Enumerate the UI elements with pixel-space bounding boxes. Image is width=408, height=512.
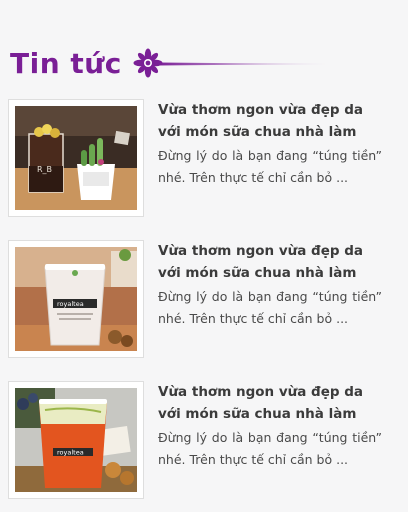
news-image: royaltea [15,247,137,351]
news-thumbnail[interactable]: royaltea [8,381,144,499]
section-title: Tin tức [10,47,122,80]
header-divider-line [158,62,328,66]
news-excerpt: Đừng lý do là bạn đang “túng tiền” nhé. … [158,148,382,185]
news-title[interactable]: Vừa thơm ngon vừa đẹp da với món sữa chu… [158,99,382,143]
news-image: royaltea [15,388,137,492]
svg-text:R_B: R_B [37,165,52,174]
news-thumbnail[interactable]: royaltea [8,240,144,358]
news-item[interactable]: royaltea Vừa thơm ngon vừa đẹp da với mó… [8,381,382,499]
news-title[interactable]: Vừa thơm ngon vừa đẹp da với món sữa chu… [158,381,382,425]
news-excerpt: Đừng lý do là bạn đang “túng tiền” nhé. … [158,430,382,467]
news-thumbnail[interactable]: R_B [8,99,144,217]
news-item[interactable]: royaltea Vừa thơm ngon vừa đẹp da với mó… [8,240,382,358]
news-excerpt: Đừng lý do là bạn đang “túng tiền” nhé. … [158,289,382,326]
news-image: R_B [15,106,137,210]
news-title[interactable]: Vừa thơm ngon vừa đẹp da với món sữa chu… [158,240,382,284]
svg-text:royaltea: royaltea [57,300,84,308]
news-section-header: Tin tức [8,42,338,86]
news-item[interactable]: R_B Vừa thơm ngon vừa đẹp da với món sữa… [8,99,382,217]
svg-text:royaltea: royaltea [57,449,84,457]
